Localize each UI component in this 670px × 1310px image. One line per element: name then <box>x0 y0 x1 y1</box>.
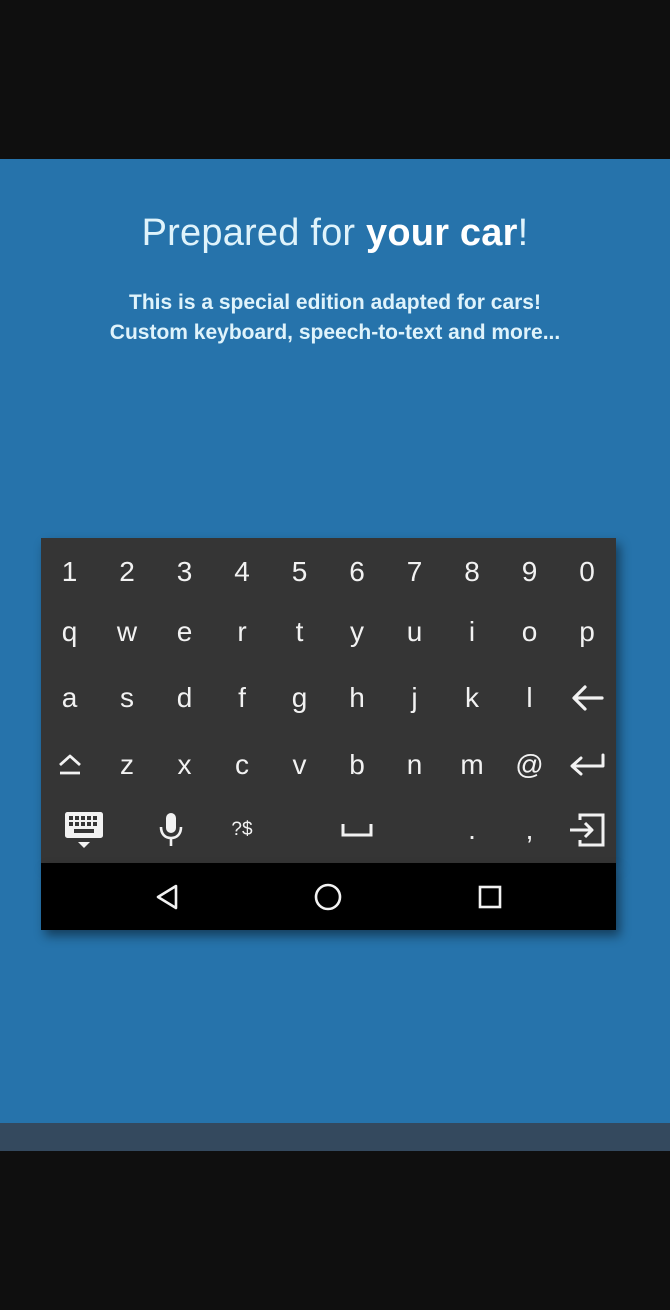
backspace-key[interactable] <box>559 664 616 731</box>
key-s[interactable]: s <box>99 664 156 731</box>
keyboard-row-bottom: ?$ . , <box>41 796 616 863</box>
key-l[interactable]: l <box>501 664 558 731</box>
key-m[interactable]: m <box>444 731 501 798</box>
key-g[interactable]: g <box>271 664 328 731</box>
key-k[interactable]: k <box>444 664 501 731</box>
exit-icon <box>570 813 605 846</box>
space-key[interactable] <box>329 796 386 863</box>
key-u[interactable]: u <box>386 598 443 665</box>
key-a[interactable]: a <box>41 664 98 731</box>
enter-icon <box>570 753 605 775</box>
key-e[interactable]: e <box>156 598 213 665</box>
promo-title: Prepared for your car! <box>0 212 670 255</box>
recents-square-icon <box>478 885 502 908</box>
key-8[interactable]: 8 <box>444 538 501 605</box>
car-keyboard: 1 2 3 4 5 6 7 8 9 0 q w e r t y u i o p … <box>41 538 616 863</box>
key-d[interactable]: d <box>156 664 213 731</box>
nav-back-button[interactable] <box>127 863 207 930</box>
bottom-black-area <box>0 1151 670 1310</box>
title-prefix: Prepared for <box>141 212 367 254</box>
keyboard-row-asdf: a s d f g h j k l <box>41 664 616 731</box>
key-6[interactable]: 6 <box>329 538 386 605</box>
keyboard-row-digits: 1 2 3 4 5 6 7 8 9 0 <box>41 538 616 605</box>
nav-recents-button[interactable] <box>450 863 530 930</box>
key-c[interactable]: c <box>214 731 271 798</box>
key-r[interactable]: r <box>214 598 271 665</box>
microphone-key[interactable] <box>142 796 199 863</box>
symbols-key[interactable]: ?$ <box>214 796 271 863</box>
title-bold: your car <box>366 212 518 254</box>
title-suffix: ! <box>517 212 529 254</box>
microphone-icon <box>159 812 182 846</box>
key-p[interactable]: p <box>559 598 616 665</box>
key-at[interactable]: @ <box>501 731 558 798</box>
subtitle-line-1: This is a special edition adapted for ca… <box>129 291 541 314</box>
promo-subtitle: This is a special edition adapted for ca… <box>0 288 670 348</box>
keyboard-row-qwerty: q w e r t y u i o p <box>41 598 616 665</box>
key-4[interactable]: 4 <box>214 538 271 605</box>
keyboard-switch-key[interactable] <box>55 796 112 863</box>
key-f[interactable]: f <box>214 664 271 731</box>
space-bar-icon <box>341 823 373 836</box>
key-q[interactable]: q <box>41 598 98 665</box>
enter-key[interactable] <box>559 731 616 798</box>
key-5[interactable]: 5 <box>271 538 328 605</box>
key-h[interactable]: h <box>329 664 386 731</box>
keyboard-row-zxcv: z x c v b n m @ <box>41 731 616 798</box>
top-black-area <box>0 0 670 159</box>
android-navigation-bar <box>41 863 616 930</box>
key-i[interactable]: i <box>444 598 501 665</box>
key-2[interactable]: 2 <box>99 538 156 605</box>
backspace-arrow-icon <box>572 684 604 711</box>
key-j[interactable]: j <box>386 664 443 731</box>
key-z[interactable]: z <box>99 731 156 798</box>
key-t[interactable]: t <box>271 598 328 665</box>
bottom-strip <box>0 1123 670 1151</box>
nav-home-button[interactable] <box>288 863 368 930</box>
key-0[interactable]: 0 <box>559 538 616 605</box>
home-circle-icon <box>314 883 342 910</box>
key-w[interactable]: w <box>99 598 156 665</box>
back-triangle-icon <box>156 884 178 909</box>
shift-icon <box>58 754 81 774</box>
keyboard-hide-icon <box>64 811 103 848</box>
key-7[interactable]: 7 <box>386 538 443 605</box>
key-x[interactable]: x <box>156 731 213 798</box>
key-3[interactable]: 3 <box>156 538 213 605</box>
key-9[interactable]: 9 <box>501 538 558 605</box>
key-b[interactable]: b <box>329 731 386 798</box>
key-v[interactable]: v <box>271 731 328 798</box>
key-y[interactable]: y <box>329 598 386 665</box>
key-n[interactable]: n <box>386 731 443 798</box>
exit-key[interactable] <box>559 796 616 863</box>
period-key[interactable]: . <box>444 796 501 863</box>
subtitle-line-2: Custom keyboard, speech-to-text and more… <box>109 321 561 344</box>
key-o[interactable]: o <box>501 598 558 665</box>
key-1[interactable]: 1 <box>41 538 98 605</box>
comma-key[interactable]: , <box>501 796 558 863</box>
shift-key[interactable] <box>41 731 98 798</box>
